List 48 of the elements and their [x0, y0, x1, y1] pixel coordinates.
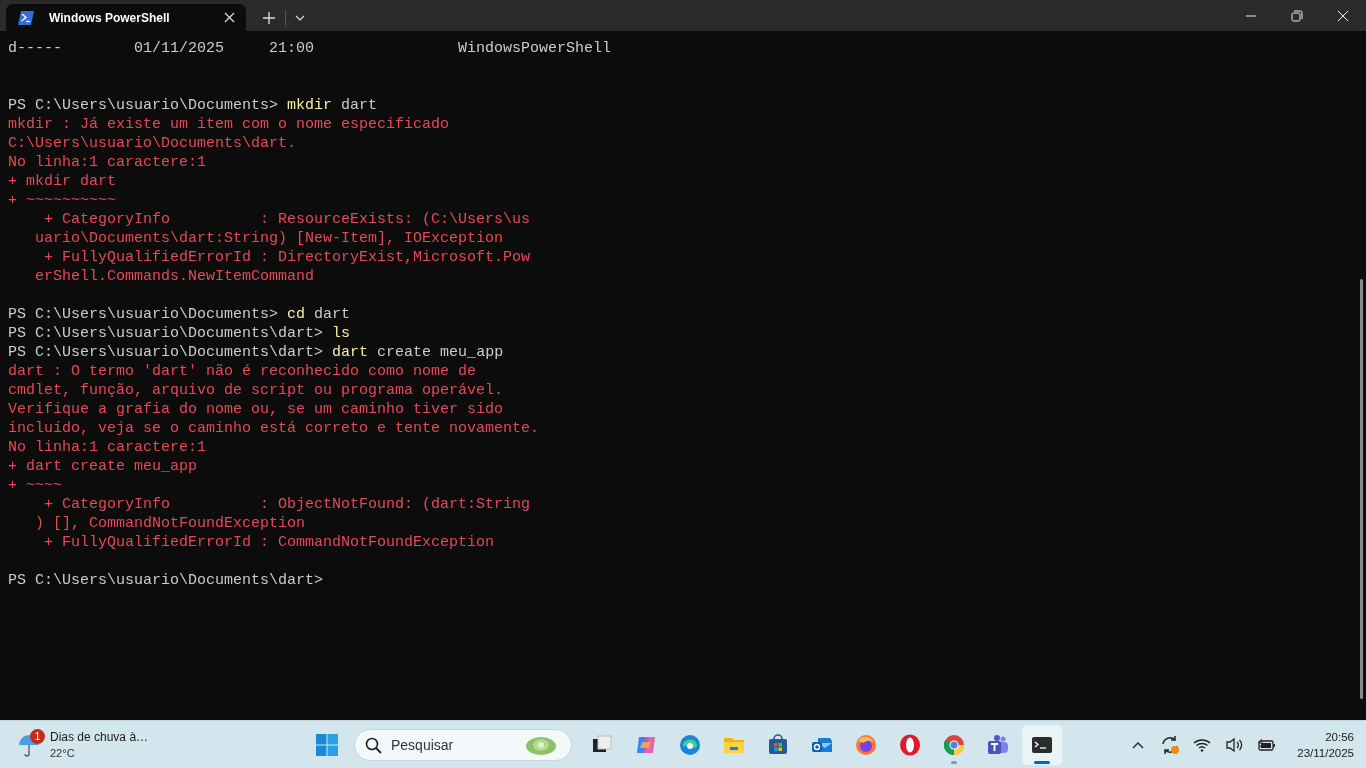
command-line: PS C:\Users\usuario\Documents> mkdir dart — [8, 96, 379, 115]
edge-icon — [678, 732, 702, 757]
error-line: + CategoryInfo : ObjectNotFound: (dart:String — [43, 495, 532, 514]
close-icon — [1337, 9, 1349, 22]
close-tab-icon[interactable] — [222, 10, 236, 25]
command-line: PS C:\Users\usuario\Documents\dart> ls — [8, 324, 352, 343]
powershell-icon — [18, 10, 34, 25]
error-line: erShell.Commands.NewItemCommand — [34, 267, 316, 286]
error-line: + mkdir dart — [8, 172, 118, 191]
firefox-icon — [854, 732, 878, 757]
command-line: PS C:\Users\usuario\Documents\dart> — [8, 571, 325, 590]
notification-badge: 1 — [30, 728, 45, 744]
tab-title: Windows PowerShell — [49, 10, 171, 25]
error-line: incluído, veja se o caminho está correto e tente novamente. — [8, 419, 541, 438]
error-line: C:\Users\usuario\Documents\dart. — [8, 134, 298, 153]
error-line: mkdir : Já existe um item com o nome especificado — [8, 115, 451, 134]
taskbar-app-button[interactable] — [1022, 724, 1062, 765]
clock-button[interactable]: 20:56 23/11/2025 — [1297, 728, 1354, 761]
teams-icon — [986, 732, 1010, 757]
error-line: + ~~~~ — [8, 476, 63, 495]
error-line: No linha:1 caractere:1 — [8, 438, 208, 457]
error-line: No linha:1 caractere:1 — [8, 153, 208, 172]
error-line: + dart create meu_app — [8, 457, 199, 476]
error-line: cmdlet, função, arquivo de script ou programa operável. — [8, 381, 505, 400]
opera-icon — [898, 732, 922, 757]
chrome-icon — [942, 732, 966, 757]
scrollbar-thumb[interactable] — [1360, 279, 1363, 699]
terminal-tab[interactable]: Windows PowerShell — [6, 4, 246, 31]
error-line: dart : O termo 'dart' não é reconhecido como nome de — [8, 362, 478, 381]
plus-icon — [262, 10, 276, 25]
command-line: PS C:\Users\usuario\Documents> cd dart — [8, 305, 352, 324]
output-line: d----- 01/11/2025 21:00 WindowsPowerShell — [8, 39, 613, 58]
error-line: + ~~~~~~~~~~ — [8, 191, 118, 210]
weather-text: Dias de chuva à… — [50, 730, 149, 744]
temperature-text: 22°C — [50, 747, 76, 759]
error-line: uario\Documents\dart:String) [New-Item], IOException — [34, 229, 505, 248]
search-field[interactable]: Pesquisar — [354, 728, 572, 761]
error-line: Verifique a grafia do nome ou, se um caminho tiver sido — [8, 400, 505, 419]
error-line: + CategoryInfo : ResourceExists: (C:\Users\us — [43, 210, 532, 229]
chevron-down-icon — [295, 14, 305, 21]
restore-icon — [1291, 9, 1303, 22]
error-line: + FullyQualifiedErrorId : DirectoryExist,Microsoft.Pow — [43, 248, 532, 267]
store-bag-icon — [766, 732, 790, 757]
error-line: + FullyQualifiedErrorId : CommandNotFoundException — [43, 533, 496, 552]
windows-logo-icon — [315, 732, 339, 757]
command-line: PS C:\Users\usuario\Documents\dart> dart create meu_app — [8, 343, 505, 362]
weather-widget[interactable]: 1 Dias de chuva à… 22°C — [18, 724, 178, 765]
error-line: ) [], CommandNotFoundException — [34, 514, 307, 533]
